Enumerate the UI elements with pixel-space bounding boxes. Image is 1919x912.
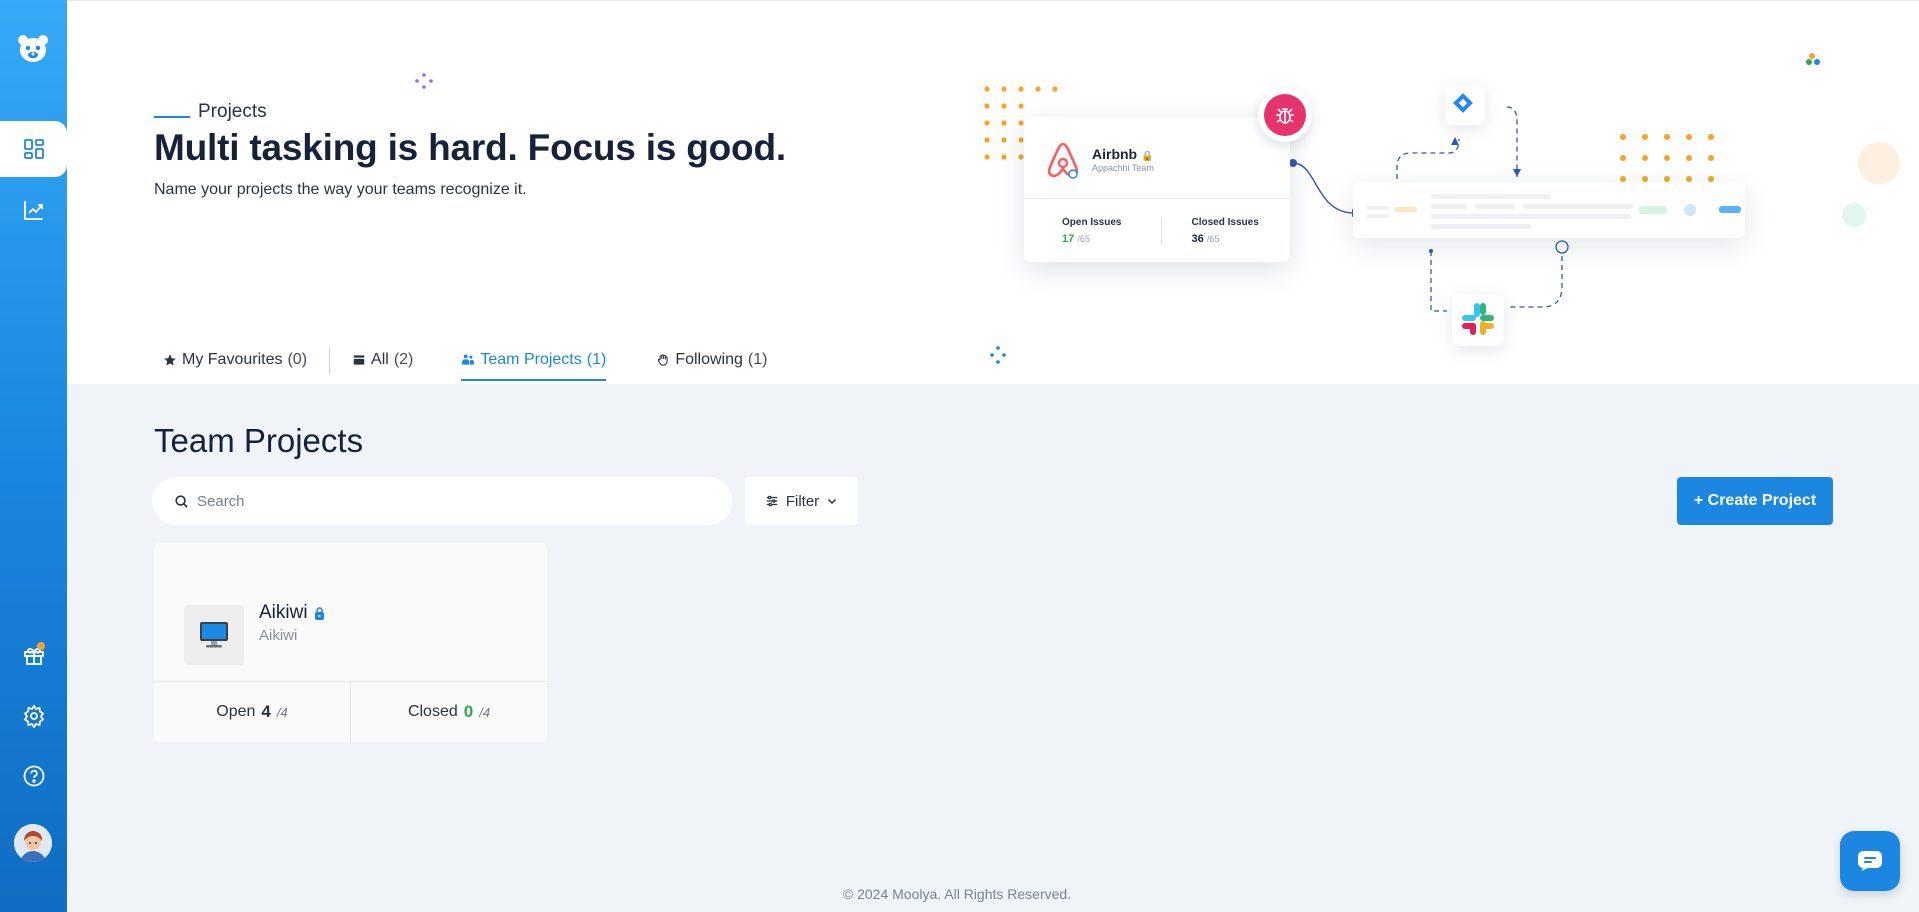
help-circle-icon	[23, 765, 44, 787]
chart-trend-icon	[23, 201, 43, 220]
search-bar[interactable]	[152, 477, 732, 525]
chat-launcher-button[interactable]	[1840, 831, 1900, 891]
airbnb-card-team: Appachhi Team	[1092, 163, 1154, 173]
sidebar-item-gifts[interactable]	[0, 627, 67, 683]
eyebrow-line	[154, 116, 190, 118]
project-tabs: My Favourites (0) All (2) Team Projects (1)…	[163, 345, 767, 381]
follow-hand-icon	[658, 354, 668, 366]
tab-divider	[329, 348, 331, 374]
chevron-down-icon	[828, 498, 837, 505]
airbnb-closed-issues: Closed Issues 36 /65	[1191, 217, 1259, 245]
star-icon	[164, 354, 176, 366]
eyebrow-label: Projects	[198, 101, 267, 122]
gear-icon	[23, 704, 44, 728]
project-name: Aikiwi	[259, 602, 325, 624]
sidebar	[0, 0, 67, 912]
airbnb-card-name: Airbnb 🔒	[1092, 146, 1154, 162]
section-title: Team Projects	[154, 422, 364, 459]
hero-eyebrow: Projects	[154, 101, 267, 123]
closed-issues-stat: Closed 0 /4	[350, 682, 547, 742]
hero-subtitle: Name your projects the way your teams re…	[154, 181, 527, 198]
tab-my-favourites[interactable]: My Favourites (0)	[163, 345, 307, 381]
airbnb-preview-card: Airbnb 🔒 Appachhi Team Open Issues 17 /6…	[1024, 117, 1290, 262]
airbnb-open-issues: Open Issues 17 /65	[1062, 217, 1122, 245]
team-icon	[462, 354, 475, 365]
desktop-icon	[184, 605, 244, 665]
hero-title: Multi tasking is hard. Focus is good.	[154, 127, 786, 168]
footer-copyright: © 2024 Moolya. All Rights Reserved.	[842, 886, 1072, 902]
search-input[interactable]	[197, 492, 697, 510]
moolya-logo-icon[interactable]	[16, 32, 50, 66]
filter-button[interactable]: Filter	[745, 477, 858, 525]
grid-icon	[23, 139, 44, 159]
create-project-button[interactable]: + Create Project	[1677, 477, 1833, 525]
sliders-icon	[766, 495, 778, 507]
airbnb-logo-icon	[1047, 142, 1079, 179]
tab-following[interactable]: Following (1)	[656, 345, 767, 381]
folder-icon	[353, 355, 365, 365]
project-subtitle: Aikiwi	[259, 627, 298, 644]
avatar[interactable]	[14, 824, 52, 862]
sidebar-item-reports[interactable]	[0, 182, 67, 238]
hero-banner: Projects Multi tasking is hard. Focus is…	[67, 0, 1919, 384]
sidebar-item-dashboard[interactable]	[0, 121, 67, 177]
lock-icon: 🔒	[1141, 151, 1154, 162]
search-icon	[175, 494, 188, 508]
chat-icon	[1858, 851, 1882, 871]
sidebar-item-help[interactable]	[0, 748, 67, 804]
tab-team-projects[interactable]: Team Projects (1)	[461, 345, 606, 381]
workflow-placeholder-lines	[1367, 194, 1741, 229]
tab-all[interactable]: All (2)	[352, 345, 413, 381]
lock-icon	[314, 606, 324, 620]
workflow-preview-card	[1353, 182, 1745, 238]
project-card[interactable]: Aikiwi Aikiwi Open 4 /4 Closed 0 /4	[154, 543, 547, 742]
filter-label: Filter	[785, 492, 820, 510]
notification-dot	[37, 642, 45, 650]
sidebar-item-settings[interactable]	[0, 688, 67, 744]
bug-badge-icon	[1258, 88, 1312, 142]
project-stats: Open 4 /4 Closed 0 /4	[154, 681, 547, 742]
open-issues-stat: Open 4 /4	[216, 702, 288, 721]
